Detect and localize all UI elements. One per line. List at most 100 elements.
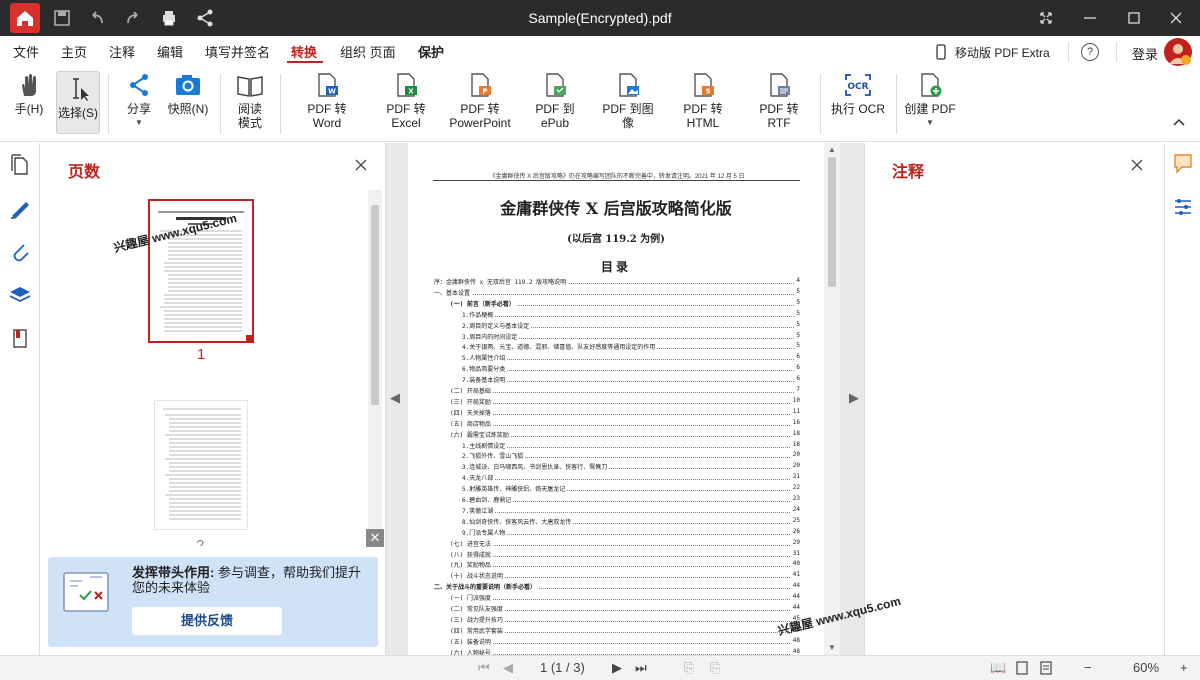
toc-entry[interactable]: 一、基本设置 5 bbox=[408, 287, 824, 299]
menu-file[interactable]: 文件 bbox=[13, 42, 39, 61]
toc-entry[interactable]: 2.周目的定义与基本设定 5 bbox=[408, 320, 824, 332]
toc-entry[interactable]: (四) 常用武学套装 46 bbox=[408, 625, 824, 637]
two-page-view-icon[interactable]: 📖 bbox=[990, 660, 1006, 676]
toc-entry[interactable]: 4.天龙八部 21 bbox=[408, 473, 824, 484]
toc-entry[interactable]: (三) 开局奖励 10 bbox=[408, 396, 824, 408]
document-scrollbar[interactable]: ▲ ▼ bbox=[824, 143, 840, 655]
toc-entry[interactable]: (二) 开局基础 7 bbox=[408, 386, 824, 397]
continuous-view-icon[interactable] bbox=[1040, 661, 1052, 675]
toc-entry[interactable]: (二) 常见队友强度 44 bbox=[408, 604, 824, 615]
mobile-pdf-extra-link[interactable]: 移动版 PDF Extra bbox=[955, 44, 1050, 61]
read-mode-button[interactable]: 阅读 模式 bbox=[232, 72, 268, 130]
zoom-in-icon[interactable]: + bbox=[1180, 660, 1188, 675]
first-page-icon[interactable]: ⏮ bbox=[478, 660, 490, 676]
menu-annotate[interactable]: 注释 bbox=[109, 42, 135, 61]
provide-feedback-button[interactable]: 提供反馈 bbox=[132, 607, 282, 635]
pages-panel-scrollbar[interactable] bbox=[368, 190, 382, 545]
toc-entry[interactable]: 6.物品简要分类 6 bbox=[408, 364, 824, 375]
toc-entry[interactable]: (十) 战斗状态说明 41 bbox=[408, 571, 824, 582]
toc-entry[interactable]: (六) 人物秘号 48 bbox=[408, 647, 824, 655]
single-page-view-icon[interactable] bbox=[1016, 661, 1028, 675]
feedback-close-button[interactable]: ✕ bbox=[366, 529, 384, 547]
pdf-to-excel-button[interactable]: X PDF 转 Excel bbox=[372, 72, 440, 130]
signature-icon[interactable] bbox=[8, 196, 32, 220]
toc-entry[interactable]: 4.关于银两、元宝、道德、混邪、储喜值、队友好感度等通用设定的作用 5 bbox=[408, 342, 824, 353]
collapse-left-panel-icon[interactable]: ◀ bbox=[390, 390, 400, 406]
menu-organize-pages[interactable]: 组织 页面 bbox=[340, 42, 396, 61]
pdf-to-html-button[interactable]: 5 PDF 转 HTML bbox=[666, 72, 740, 130]
toc-entry[interactable]: 7.装备基本说明 6 bbox=[408, 375, 824, 386]
last-page-icon[interactable]: ⏭ bbox=[635, 660, 647, 676]
extract-page-icon[interactable]: ⎘ bbox=[710, 660, 720, 676]
share-button[interactable]: 分享 ▼ bbox=[120, 72, 158, 130]
toc-entry[interactable]: (七) 进宫无法 29 bbox=[408, 538, 824, 550]
prev-page-icon[interactable]: ◀ bbox=[503, 660, 513, 676]
toc-entry[interactable]: (五) 商店物品 16 bbox=[408, 418, 824, 430]
toc-entry[interactable]: 9.门派专属人物 26 bbox=[408, 527, 824, 539]
pdf-to-epub-button[interactable]: PDF 到 ePub bbox=[520, 72, 590, 130]
login-button[interactable]: 登录 bbox=[1132, 44, 1158, 63]
toc-entry[interactable]: (六) 霸需宝试炼奖励 18 bbox=[408, 429, 824, 441]
scroll-down-icon[interactable]: ▼ bbox=[828, 643, 836, 652]
toc-entry[interactable]: (四) 天关掉落 11 bbox=[408, 407, 824, 419]
collapse-ribbon-icon[interactable] bbox=[1172, 117, 1186, 127]
zoom-level[interactable]: 60% bbox=[1133, 660, 1159, 675]
create-pdf-button[interactable]: 创建 PDF ▼ bbox=[904, 72, 956, 130]
snapshot-button[interactable]: 快照(N) bbox=[166, 72, 210, 116]
menu-convert[interactable]: 转换 bbox=[291, 42, 317, 61]
toc-entry[interactable]: (一) 门派强度 44 bbox=[408, 593, 824, 604]
insert-page-icon[interactable]: ⎘ bbox=[684, 660, 694, 676]
close-icon[interactable] bbox=[1166, 8, 1186, 28]
collapse-right-panel-icon[interactable]: ▶ bbox=[849, 390, 859, 406]
pdf-to-word-button[interactable]: W PDF 转 Word bbox=[292, 72, 362, 130]
toc-entry[interactable]: (一) 前言（新手必看） 5 bbox=[408, 298, 824, 310]
toc-entry[interactable]: 1.主线剧情设定 18 bbox=[408, 440, 824, 452]
help-icon[interactable]: ? bbox=[1081, 43, 1099, 61]
toc-entry[interactable]: (八) 获得成就 31 bbox=[408, 549, 824, 561]
toc-entry[interactable]: 5.射雕英雄传、神雕侠侣、倚天屠龙记 22 bbox=[408, 484, 824, 495]
minimize-icon[interactable] bbox=[1080, 8, 1100, 28]
maximize-icon[interactable] bbox=[1124, 8, 1144, 28]
pdf-to-rtf-button[interactable]: PDF 转 RTF bbox=[748, 72, 810, 130]
menu-protect[interactable]: 保护 bbox=[418, 42, 444, 61]
zoom-out-icon[interactable]: − bbox=[1084, 660, 1092, 675]
select-tool-button[interactable]: 选择(S) bbox=[56, 71, 100, 134]
scrollbar-thumb[interactable] bbox=[371, 205, 379, 405]
scroll-up-icon[interactable]: ▲ bbox=[828, 145, 836, 154]
pdf-page[interactable]: 《金庸群侠传 X 后宫版攻略》仍在攻略编写团队的不断完善中，转发请注明。2021… bbox=[408, 143, 824, 655]
toc-entry[interactable]: 2.飞狐外传、雪山飞狐 20 bbox=[408, 451, 824, 462]
attachment-icon[interactable] bbox=[8, 239, 32, 263]
toc-entry[interactable]: 8.仙剑奇侠传、侠客风云传、大唐双龙传 25 bbox=[408, 516, 824, 528]
toc-entry[interactable]: 7.笑傲江湖 24 bbox=[408, 505, 824, 517]
toc-entry[interactable]: 序：金庸群侠传 x 无双后宫 119.2 版攻略说明 4 bbox=[408, 277, 824, 288]
next-page-icon[interactable]: ▶ bbox=[612, 660, 622, 676]
toc-entry[interactable]: 1.作品梗概 5 bbox=[408, 309, 824, 321]
toc-entry[interactable]: 二、关于战斗的重要说明（新手必看） 44 bbox=[408, 582, 824, 593]
layers-icon[interactable] bbox=[8, 282, 32, 306]
toc-entry[interactable]: 3.连城诀、白马啸西风、书剑恩仇录、侠客行、鸳鸯刀 20 bbox=[408, 462, 824, 473]
toc-entry[interactable]: 5.人物属性介绍 6 bbox=[408, 353, 824, 364]
close-icon[interactable] bbox=[1130, 158, 1144, 172]
close-icon[interactable] bbox=[354, 158, 368, 172]
menu-home[interactable]: 主页 bbox=[61, 42, 87, 61]
menu-edit[interactable]: 编辑 bbox=[157, 42, 183, 61]
hand-tool-button[interactable]: 手(H) bbox=[8, 72, 50, 130]
toc-entry[interactable]: (三) 战力提升技巧 45 bbox=[408, 614, 824, 626]
avatar[interactable] bbox=[1164, 38, 1192, 66]
page-thumbnail-2[interactable] bbox=[154, 400, 248, 530]
toc-entry[interactable]: (五) 装备说明 48 bbox=[408, 636, 824, 648]
toc-entry[interactable]: 6.碧血剑、鹿鼎记 23 bbox=[408, 495, 824, 506]
ocr-button[interactable]: OCR 执行 OCR bbox=[830, 72, 886, 116]
scrollbar-thumb[interactable] bbox=[828, 157, 836, 287]
fullscreen-icon[interactable] bbox=[1036, 8, 1056, 28]
pdf-to-image-button[interactable]: PDF 到图像 bbox=[598, 72, 658, 130]
pages-icon[interactable] bbox=[8, 153, 32, 177]
toc-entry[interactable]: (九) 奖励物品 40 bbox=[408, 560, 824, 571]
toc-entry[interactable]: 3.周目内的时间设定 5 bbox=[408, 331, 824, 343]
pdf-to-powerpoint-button[interactable]: P PDF 转 PowerPoint bbox=[448, 72, 512, 130]
comment-icon[interactable] bbox=[1172, 152, 1194, 174]
bookmark-icon[interactable] bbox=[8, 326, 32, 350]
menu-fill-sign[interactable]: 填写并签名 bbox=[205, 42, 270, 61]
page-indicator[interactable]: 1 (1 / 3) bbox=[540, 660, 585, 675]
filter-settings-icon[interactable] bbox=[1172, 196, 1194, 218]
